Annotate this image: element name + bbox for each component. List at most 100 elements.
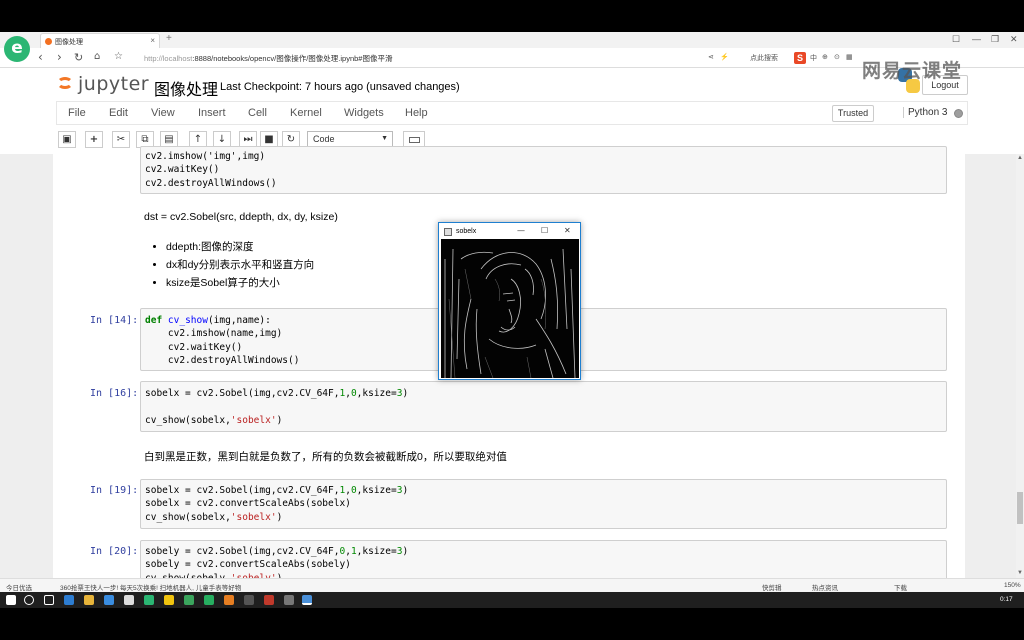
app-icon[interactable]: [224, 595, 234, 605]
menu-edit[interactable]: Edit: [109, 107, 128, 119]
active-app-icon[interactable]: [302, 595, 312, 605]
app-icon[interactable]: [244, 595, 254, 605]
code-line: cv2.waitKey(): [145, 164, 220, 176]
list-item: dx和dy分别表示水平和竖直方向: [166, 257, 314, 272]
forward-icon[interactable]: ›: [57, 50, 62, 64]
edge-drawing: [441, 239, 579, 379]
kernel-status-icon: [954, 109, 963, 118]
mail-icon[interactable]: [124, 595, 134, 605]
jupyter-logo-icon[interactable]: [56, 72, 74, 94]
sogou-icon[interactable]: S: [794, 52, 806, 64]
prompt-14: In [14]:: [90, 315, 139, 326]
save-icon[interactable]: ▣: [58, 131, 76, 148]
store-icon[interactable]: [104, 595, 114, 605]
app-icon[interactable]: [164, 595, 174, 605]
status-item-download[interactable]: 下载: [894, 582, 907, 592]
zoom-level[interactable]: 150%: [1004, 582, 1021, 589]
window-app-icon: [444, 228, 452, 236]
search-hint[interactable]: 点此搜索: [750, 53, 778, 63]
code-line: cv2.destroyAllWindows(): [145, 177, 277, 189]
trusted-indicator[interactable]: Trusted: [832, 105, 874, 122]
checkpoint-status: Last Checkpoint: 7 hours ago (unsaved ch…: [220, 81, 460, 93]
chevron-down-icon: ▼: [381, 135, 388, 142]
menu-cell[interactable]: Cell: [248, 107, 267, 119]
markdown-heading: dst = cv2.Sobel(src, ddepth, dx, dy, ksi…: [144, 211, 338, 223]
bookmark-star-icon[interactable]: ☆: [114, 51, 123, 62]
maximize-icon[interactable]: ☐: [541, 226, 548, 235]
menu-file[interactable]: File: [68, 107, 86, 119]
speed-icon[interactable]: ⚡: [720, 53, 729, 61]
tab-favicon-icon: [45, 38, 52, 45]
scrollbar-thumb[interactable]: [1017, 492, 1023, 524]
task-view-icon[interactable]: [44, 595, 54, 605]
app-icon[interactable]: [204, 595, 214, 605]
tab-title: 图像处理: [55, 39, 83, 46]
jupyter-logo-text[interactable]: jupyter: [78, 73, 149, 95]
menu-kernel[interactable]: Kernel: [290, 107, 322, 119]
status-item-news[interactable]: 热点资讯: [812, 582, 838, 592]
window-title: sobelx: [456, 228, 477, 235]
scroll-down-icon[interactable]: ▼: [1017, 570, 1023, 576]
letterbox-bottom: [0, 608, 1024, 640]
ime-punct-icon[interactable]: ⊕: [822, 53, 828, 61]
new-tab-button[interactable]: +: [166, 33, 172, 44]
url-host: http://localhost: [144, 54, 193, 63]
ime-chinese[interactable]: 中: [810, 53, 817, 63]
notebook-name[interactable]: 图像处理: [154, 76, 218, 100]
share-icon[interactable]: ⋖: [708, 53, 714, 61]
sobel-edge-image: [441, 239, 579, 379]
minimize-icon[interactable]: —: [517, 226, 525, 235]
home-icon[interactable]: ⌂: [94, 51, 100, 62]
status-item-video[interactable]: 快剪辑: [762, 582, 782, 592]
watermark-text: 网易云课堂: [862, 61, 963, 82]
browser360-icon[interactable]: [144, 595, 154, 605]
kernel-name: Python 3: [903, 107, 947, 118]
app-icon[interactable]: [264, 595, 274, 605]
menu-help[interactable]: Help: [405, 107, 428, 119]
edge-icon[interactable]: [64, 595, 74, 605]
app-icon[interactable]: [284, 595, 294, 605]
close-icon[interactable]: ✕: [564, 226, 571, 235]
app-icon[interactable]: [184, 595, 194, 605]
close-icon[interactable]: ✕: [1010, 34, 1018, 45]
ime-emoji-icon[interactable]: ⊙: [834, 53, 840, 61]
explorer-icon[interactable]: [84, 595, 94, 605]
markdown-list: ddepth:图像的深度 dx和dy分别表示水平和竖直方向 ksize是Sobe…: [144, 239, 314, 293]
taskbar-clock[interactable]: 0:17: [1000, 596, 1013, 603]
cut-icon[interactable]: ✂: [112, 131, 130, 148]
window-icon[interactable]: ☐: [952, 34, 960, 45]
browser-logo-icon[interactable]: e: [4, 36, 30, 62]
status-left[interactable]: 今日优选: [6, 582, 32, 592]
menu-insert[interactable]: Insert: [198, 107, 226, 119]
prompt-20: In [20]:: [90, 546, 139, 557]
cell-type-value: Code: [313, 134, 335, 144]
minimize-icon[interactable]: —: [972, 34, 981, 44]
restore-icon[interactable]: ❐: [991, 34, 999, 45]
browser-tab[interactable]: 图像处理 ×: [40, 33, 160, 48]
letterbox-top: [0, 0, 1024, 32]
status-news[interactable]: 360抢票王快人一步! 每天5次换乘! 扫地机器人, 儿童手表等好物: [60, 582, 241, 592]
code-19[interactable]: sobelx = cv2.Sobel(img,cv2.CV_64F,1,0,ks…: [145, 484, 408, 524]
code-20[interactable]: sobely = cv2.Sobel(img,cv2.CV_64F,0,1,ks…: [145, 545, 408, 578]
code-16[interactable]: sobelx = cv2.Sobel(img,cv2.CV_64F,1,0,ks…: [145, 387, 408, 427]
code-line: cv2.imshow('img',img): [145, 151, 266, 162]
code-14[interactable]: def cv_show(img,name): cv2.imshow(name,i…: [145, 314, 299, 367]
menu-widgets[interactable]: Widgets: [344, 107, 384, 119]
back-icon[interactable]: ‹: [38, 50, 43, 64]
list-item: ksize是Sobel算子的大小: [166, 275, 314, 290]
list-item: ddepth:图像的深度: [166, 239, 314, 254]
screen: e 图像处理 × + ☐ — ❐ ✕ ‹ › ↻ ⌂ ☆ http://loca…: [0, 0, 1024, 640]
menu-view[interactable]: View: [151, 107, 175, 119]
prompt-19: In [19]:: [90, 485, 139, 496]
scroll-up-icon[interactable]: ▲: [1017, 155, 1023, 161]
start-icon[interactable]: [6, 595, 16, 605]
search-icon[interactable]: [24, 595, 34, 605]
code-top[interactable]: cv2.imshow('img',img) cv2.waitKey() cv2.…: [145, 150, 277, 190]
ime-keyboard-icon[interactable]: ▦: [846, 53, 853, 61]
address-bar[interactable]: http://localhost:8888/notebooks/opencv/图…: [140, 51, 700, 65]
reload-icon[interactable]: ↻: [74, 51, 83, 64]
tab-close-icon[interactable]: ×: [150, 36, 155, 45]
sobelx-window[interactable]: sobelx — ☐ ✕: [438, 222, 581, 380]
plus-icon[interactable]: +: [85, 131, 103, 148]
url-path: :8888/notebooks/opencv/图像操作/图像处理.ipynb#图…: [192, 54, 393, 63]
